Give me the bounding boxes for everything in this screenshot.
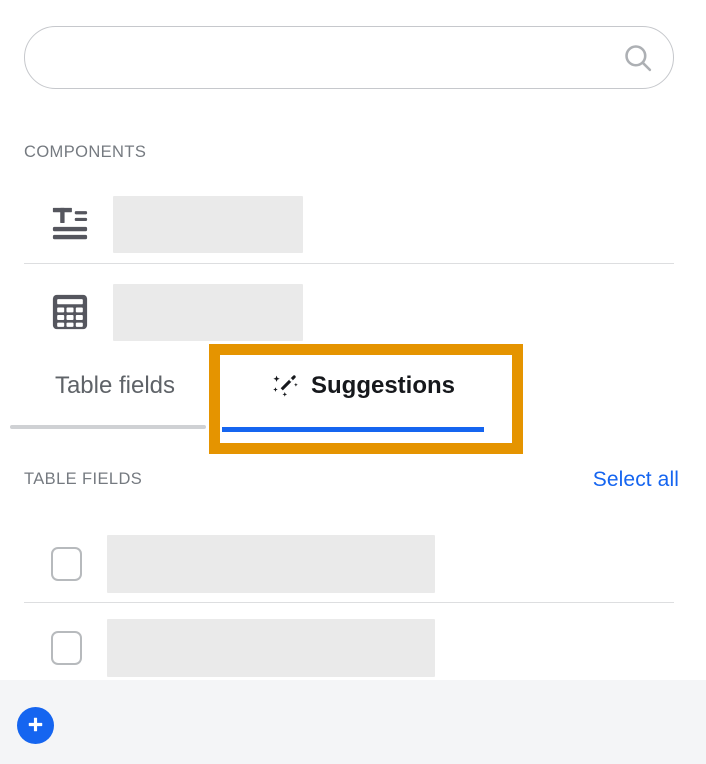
tab-table-fields[interactable]: Table fields — [24, 355, 206, 417]
add-button[interactable] — [17, 707, 54, 744]
text-block-icon — [48, 202, 92, 246]
footer-bar — [0, 680, 706, 764]
divider — [24, 602, 674, 603]
magic-wand-icon — [271, 371, 301, 401]
field-checkbox[interactable] — [51, 631, 82, 665]
plus-icon — [25, 714, 46, 738]
tab-bar-baseline — [10, 425, 206, 429]
component-label-placeholder — [113, 283, 303, 341]
field-checkbox[interactable] — [51, 547, 82, 581]
field-label-placeholder — [107, 535, 435, 593]
select-all-link[interactable]: Select all — [593, 468, 679, 492]
component-label-placeholder — [113, 195, 303, 253]
search-icon[interactable] — [615, 35, 661, 81]
table-fields-section-header: TABLE FIELDS — [24, 470, 143, 488]
tab-suggestions[interactable]: Suggestions — [218, 355, 508, 417]
tab-bar: Table fields Suggestions — [0, 355, 706, 435]
divider — [24, 263, 674, 264]
component-row[interactable] — [24, 192, 674, 256]
component-row[interactable] — [24, 280, 674, 344]
search-bar[interactable] — [24, 26, 674, 89]
table-row[interactable] — [24, 535, 674, 593]
tab-table-fields-label: Table fields — [54, 372, 176, 399]
active-tab-underline — [222, 427, 484, 432]
table-grid-icon — [48, 290, 92, 334]
components-section-header: COMPONENTS — [24, 143, 147, 161]
search-input[interactable] — [25, 27, 615, 88]
tab-suggestions-label: Suggestions — [310, 372, 455, 399]
table-row[interactable] — [24, 619, 674, 677]
field-label-placeholder — [107, 619, 435, 677]
